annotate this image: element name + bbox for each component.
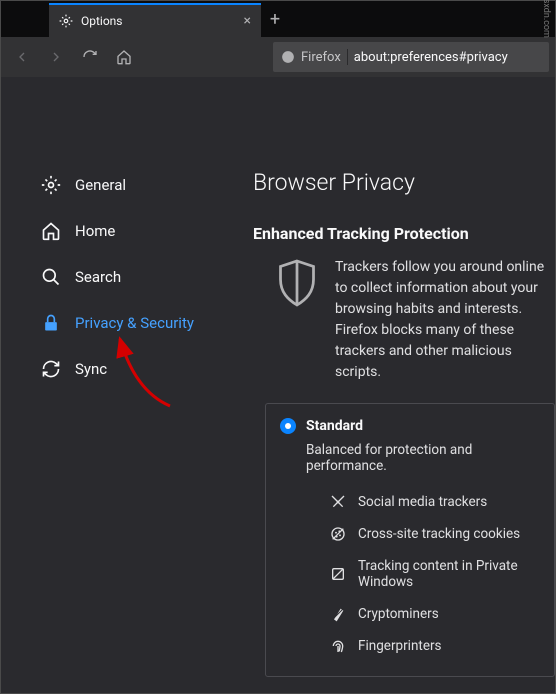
sidebar-item-label: Search	[75, 268, 121, 286]
search-icon	[41, 267, 61, 287]
section-heading: Enhanced Tracking Protection	[253, 224, 555, 243]
card-subtitle: Balanced for protection and performance.	[306, 442, 544, 474]
gear-icon	[41, 175, 61, 195]
social-trackers-icon	[330, 494, 346, 510]
url-bar[interactable]: Firefox about:preferences#privacy	[273, 42, 549, 72]
protect-item-label: Cryptominers	[358, 606, 439, 622]
tab-close-icon[interactable]: ×	[244, 13, 251, 29]
forward-button[interactable]	[41, 42, 71, 72]
protect-item-label: Tracking content in Private Windows	[358, 558, 544, 590]
section-intro-text: Trackers follow you around online to col…	[335, 257, 555, 383]
back-icon	[14, 49, 30, 65]
cryptominers-icon	[330, 606, 346, 622]
sync-icon	[41, 359, 61, 379]
firefox-icon	[281, 50, 295, 64]
fingerprinters-icon	[330, 638, 346, 654]
preferences-sidebar: General Home Search Privacy & Security S…	[1, 77, 243, 693]
protect-item-label: Fingerprinters	[358, 638, 442, 654]
protection-level-card[interactable]: Standard Balanced for protection and per…	[265, 403, 555, 677]
reload-icon	[82, 49, 98, 65]
reload-button[interactable]	[75, 42, 105, 72]
home-icon	[41, 221, 61, 241]
sidebar-item-privacy[interactable]: Privacy & Security	[41, 307, 243, 339]
tracking-content-icon	[330, 566, 346, 582]
shield-icon	[275, 257, 319, 309]
protect-item: Social media trackers	[280, 486, 544, 518]
url-product-label: Firefox	[301, 50, 341, 65]
sidebar-item-sync[interactable]: Sync	[41, 353, 243, 385]
watermark: wsxdn.com	[541, 0, 551, 38]
preferences-panel: Browser Privacy Enhanced Tracking Protec…	[243, 77, 555, 693]
cookies-icon	[330, 526, 346, 542]
sidebar-item-label: Sync	[75, 360, 107, 378]
home-icon	[116, 49, 132, 65]
sidebar-item-label: General	[75, 176, 126, 194]
page-title: Browser Privacy	[253, 169, 555, 196]
sidebar-item-label: Home	[75, 222, 115, 240]
url-separator	[347, 49, 348, 65]
protect-item: Tracking content in Private Windows	[280, 550, 544, 598]
new-tab-button[interactable]: +	[261, 3, 289, 37]
protect-item: Cryptominers	[280, 598, 544, 630]
sidebar-item-label: Privacy & Security	[75, 314, 194, 332]
radio-selected[interactable]	[280, 418, 296, 434]
navigation-toolbar: Firefox about:preferences#privacy	[1, 37, 555, 77]
home-button[interactable]	[109, 42, 139, 72]
protect-item-label: Social media trackers	[358, 494, 487, 510]
card-title: Standard	[306, 418, 363, 434]
sidebar-item-search[interactable]: Search	[41, 261, 243, 293]
back-button[interactable]	[7, 42, 37, 72]
lock-icon	[41, 313, 61, 333]
forward-icon	[48, 49, 64, 65]
tab-strip: Options × +	[1, 1, 555, 37]
protect-item: Fingerprinters	[280, 630, 544, 662]
gear-icon	[59, 14, 73, 28]
protect-item-label: Cross-site tracking cookies	[358, 526, 520, 542]
sidebar-item-general[interactable]: General	[41, 169, 243, 201]
sidebar-item-home[interactable]: Home	[41, 215, 243, 247]
content-area: General Home Search Privacy & Security S…	[1, 77, 555, 693]
tab-options[interactable]: Options ×	[49, 3, 261, 37]
url-address: about:preferences#privacy	[354, 50, 541, 65]
tab-title: Options	[81, 14, 123, 28]
protect-item: Cross-site tracking cookies	[280, 518, 544, 550]
